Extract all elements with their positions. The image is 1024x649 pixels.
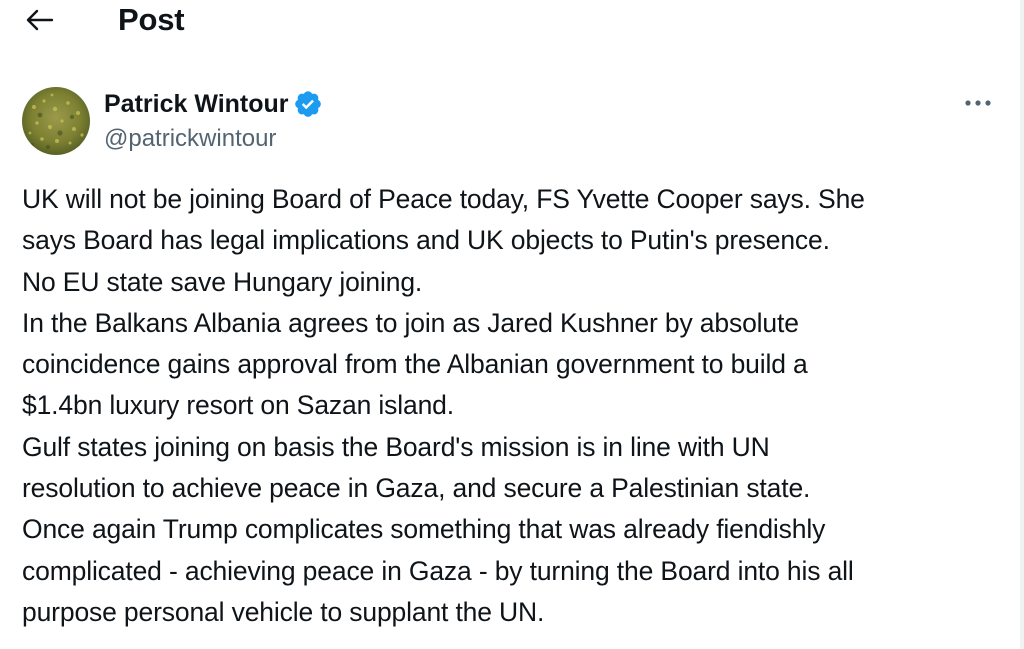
post-page: Post Patrick Wintour @patrickwintour UK … xyxy=(0,0,1024,649)
post-text-line: Gulf states joining on basis the Board's… xyxy=(22,431,770,462)
post-text-line: No EU state save Hungary joining. xyxy=(22,266,423,297)
post-header: Post xyxy=(0,0,1020,42)
scroll-edge xyxy=(1020,0,1024,649)
post-text-line: purpose personal vehicle to supplant the… xyxy=(22,596,545,627)
avatar-image xyxy=(22,87,90,155)
post-text-line: In the Balkans Albania agrees to join as… xyxy=(22,307,799,338)
post-text-line: coincidence gains approval from the Alba… xyxy=(22,349,808,380)
back-arrow-icon xyxy=(26,9,54,31)
post-text-line: resolution to achieve peace in Gaza, and… xyxy=(22,473,811,504)
post-text-line: UK will not be joining Board of Peace to… xyxy=(22,184,865,214)
post-text-line: $1.4bn luxury resort on Sazan island. xyxy=(22,390,454,421)
avatar[interactable] xyxy=(22,87,90,155)
author-handle[interactable]: @patrickwintour xyxy=(104,124,276,154)
more-options-icon xyxy=(965,100,991,106)
author-name[interactable]: Patrick Wintour xyxy=(104,89,289,119)
author-name-row: Patrick Wintour xyxy=(104,88,323,120)
post-text-line: complicated - achieving peace in Gaza - … xyxy=(22,555,854,586)
post-text-line: Once again Trump complicates something t… xyxy=(22,514,826,545)
more-options-button[interactable] xyxy=(958,88,998,118)
verified-badge-icon[interactable] xyxy=(293,89,323,119)
post-text: UK will not be joining Board of Peace to… xyxy=(22,179,1012,633)
back-button[interactable] xyxy=(22,5,56,35)
post-text-line: says Board has legal implications and UK… xyxy=(22,225,830,256)
page-title: Post xyxy=(118,2,185,37)
